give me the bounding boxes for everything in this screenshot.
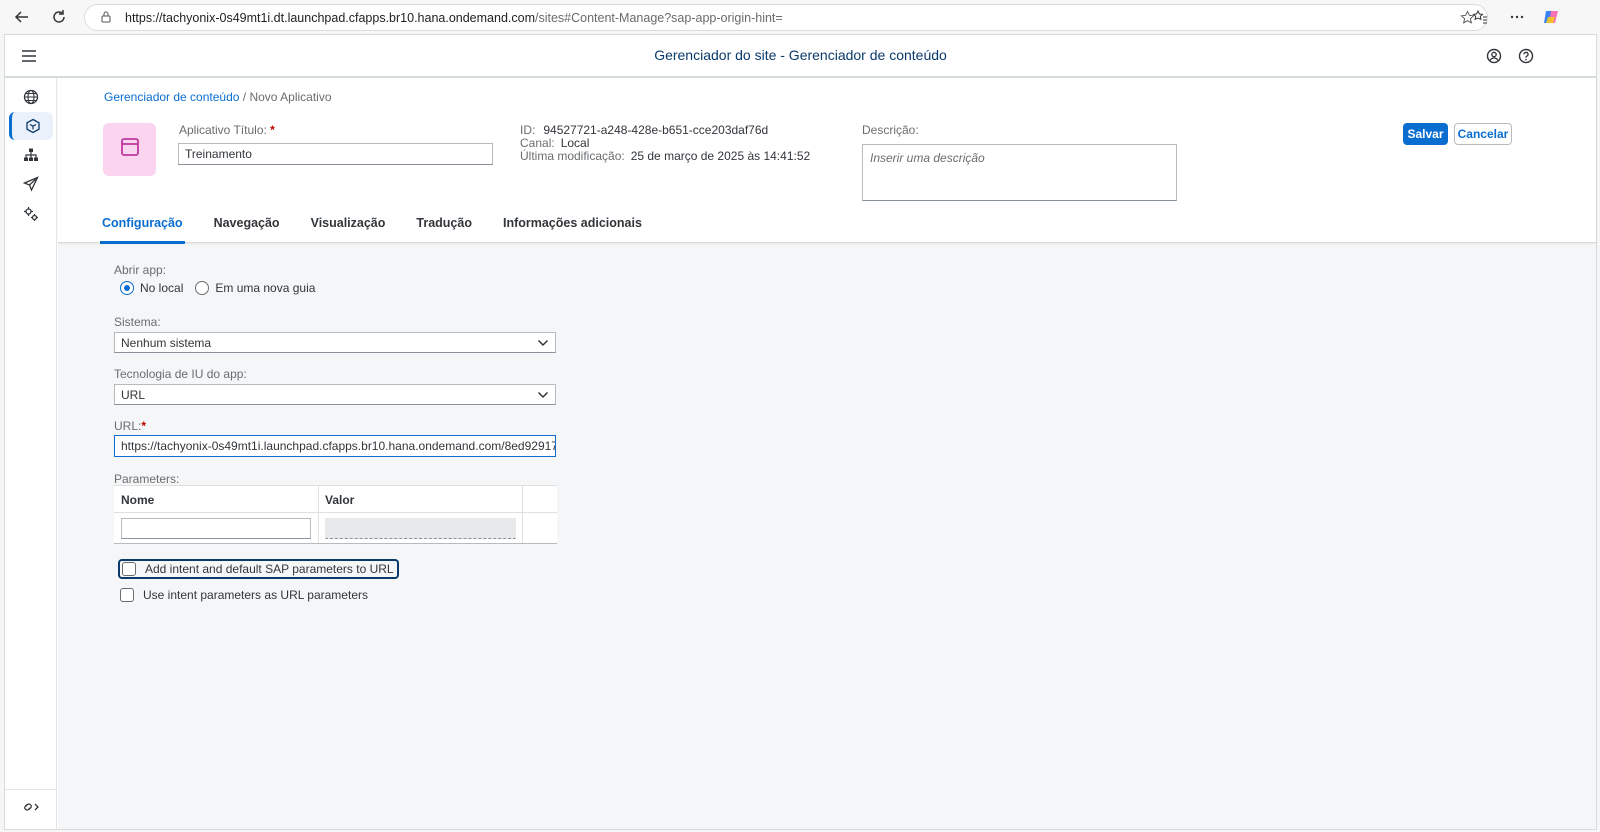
tab-informacoes-adicionais[interactable]: Informações adicionais: [503, 208, 642, 243]
url-path: /sites#Content-Manage?sap-app-origin-hin…: [534, 10, 783, 25]
shell-bar: Gerenciador do site - Gerenciador de con…: [5, 35, 1596, 78]
checkbox-intent-default-label: Add intent and default SAP parameters to…: [145, 562, 394, 576]
column-header-valor: Valor: [325, 493, 355, 507]
sidenav-send-icon[interactable]: [9, 170, 53, 198]
radio-nova-guia-label: Em uma nova guia: [215, 281, 316, 295]
radio-no-local[interactable]: [120, 281, 134, 295]
description-label: Descrição:: [862, 123, 919, 137]
column-divider: [318, 485, 319, 543]
tab-navegacao[interactable]: Navegação: [214, 208, 280, 243]
help-icon[interactable]: [1516, 46, 1536, 66]
column-divider: [522, 485, 523, 543]
param-value-input: [325, 518, 516, 539]
open-app-label: Abrir app:: [114, 263, 167, 277]
id-value: 94527721-a248-428e-b651-cce203daf76d: [543, 123, 769, 137]
object-header: Gerenciador de conteúdo / Novo Aplicativ…: [58, 78, 1596, 244]
sidenav-settings-icon[interactable]: [9, 200, 53, 228]
required-mark: *: [141, 419, 147, 433]
url-label-text: URL:: [114, 419, 142, 433]
sidenav-footer: [5, 789, 57, 829]
open-app-radio-group: No local Em uma nova guia: [120, 281, 315, 295]
sidenav-sites-globe-icon[interactable]: [9, 83, 53, 111]
parameters-table: Nome Valor: [114, 485, 557, 544]
checkbox-intent-default-row[interactable]: Add intent and default SAP parameters to…: [118, 559, 399, 579]
main-content: Gerenciador de conteúdo / Novo Aplicativ…: [58, 78, 1596, 829]
ui-tech-select-value: URL: [121, 387, 146, 402]
user-profile-icon[interactable]: [1484, 46, 1504, 66]
checkbox-intent-default[interactable]: [122, 562, 136, 576]
column-header-nome: Nome: [121, 493, 155, 507]
channel-label: Canal:: [520, 136, 555, 150]
modified-label: Última modificação:: [520, 149, 625, 163]
ui-tech-select[interactable]: URL: [114, 384, 556, 405]
app-title-input[interactable]: Treinamento: [178, 143, 493, 165]
ui-tech-label: Tecnologia de IU do app:: [114, 367, 247, 381]
radio-no-local-label: No local: [140, 281, 184, 295]
url-label: URL:*: [114, 419, 146, 433]
address-bar[interactable]: https://tachyonix-0s49mt1i.dt.launchpad.…: [84, 4, 1488, 31]
system-label: Sistema:: [114, 315, 161, 329]
tab-configuracao[interactable]: Configuração: [100, 208, 185, 244]
favorites-icon[interactable]: [1468, 5, 1492, 29]
checkbox-intent-params-label: Use intent parameters as URL parameters: [143, 588, 368, 602]
modified-value: 25 de março de 2025 às 14:41:52: [630, 149, 811, 163]
required-mark: *: [270, 123, 275, 137]
breadcrumb-current: / Novo Aplicativo: [242, 90, 332, 104]
url-host: https://tachyonix-0s49mt1i.dt.launchpad.…: [125, 10, 535, 25]
chevron-down-icon: [537, 336, 549, 350]
parameters-label: Parameters:: [114, 472, 180, 486]
app-window: Gerenciador do site - Gerenciador de con…: [4, 34, 1597, 830]
radio-nova-guia[interactable]: [195, 281, 210, 295]
url-input[interactable]: https://tachyonix-0s49mt1i.launchpad.cfa…: [114, 435, 556, 457]
sidenav-hierarchy-icon[interactable]: [9, 141, 53, 169]
app-title-label-text: Aplicativo Título:: [179, 123, 267, 137]
tab-traducao[interactable]: Tradução: [416, 208, 472, 243]
breadcrumb-content-manager-link[interactable]: Gerenciador de conteúdo: [104, 90, 239, 104]
cancel-button[interactable]: Cancelar: [1454, 123, 1512, 145]
checkbox-intent-params-row[interactable]: Use intent parameters as URL parameters: [120, 588, 368, 602]
table-row: [114, 513, 557, 543]
tab-bar: Configuração Navegação Visualização Trad…: [100, 208, 673, 244]
site-info-icon[interactable]: [99, 10, 113, 27]
description-textarea[interactable]: Inserir uma descrição: [862, 144, 1177, 201]
more-options-icon[interactable]: [1505, 5, 1529, 29]
side-navigation: [5, 78, 57, 829]
shell-title: Gerenciador do site - Gerenciador de con…: [654, 47, 947, 63]
reload-icon[interactable]: [47, 5, 71, 29]
copilot-icon[interactable]: [1539, 5, 1563, 29]
table-header: Nome Valor: [114, 485, 557, 513]
external-link-icon[interactable]: [21, 800, 41, 819]
back-arrow-icon[interactable]: [10, 5, 34, 29]
app-metadata: ID: 94527721-a248-428e-b651-cce203daf76d …: [520, 124, 810, 163]
browser-toolbar: https://tachyonix-0s49mt1i.dt.launchpad.…: [0, 0, 1600, 34]
breadcrumb: Gerenciador de conteúdo / Novo Aplicativ…: [104, 90, 332, 104]
checkbox-intent-params[interactable]: [120, 588, 134, 602]
system-select[interactable]: Nenhum sistema: [114, 332, 556, 353]
chevron-down-icon: [537, 388, 549, 402]
app-window-icon: [119, 136, 141, 163]
channel-value: Local: [560, 136, 590, 150]
app-title-label: Aplicativo Título: *: [179, 123, 275, 137]
id-label: ID:: [520, 123, 536, 137]
app-tile: [103, 123, 156, 176]
param-name-input[interactable]: [121, 518, 311, 539]
system-select-value: Nenhum sistema: [121, 335, 212, 350]
save-button[interactable]: Salvar: [1403, 123, 1448, 145]
sidenav-content-manager-icon[interactable]: [9, 112, 53, 140]
tab-visualizacao[interactable]: Visualização: [311, 208, 386, 243]
